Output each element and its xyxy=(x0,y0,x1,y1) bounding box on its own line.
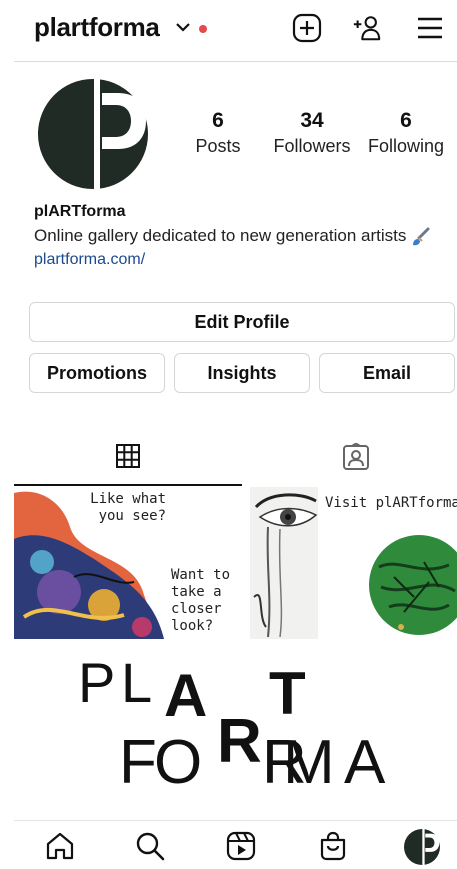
chevron-down-icon[interactable] xyxy=(176,22,190,32)
stat-label: Followers xyxy=(273,136,351,156)
plartforma-logo-post[interactable]: P L A R T F O R M A xyxy=(14,640,457,820)
bio-text: Online gallery dedicated to new generati… xyxy=(34,226,430,247)
post-caption-bottom: Want to take a closer look? xyxy=(171,567,231,634)
stat-value: 34 xyxy=(300,109,324,132)
logo-letter: T xyxy=(269,660,306,727)
logo-letter: O xyxy=(154,728,202,797)
top-bar: plartforma xyxy=(0,0,457,58)
post-tile-1[interactable]: Like what you see? Want to take a closer… xyxy=(14,487,249,639)
post-tile-2[interactable] xyxy=(250,487,318,639)
active-tab-indicator xyxy=(14,484,242,486)
add-user-icon[interactable] xyxy=(352,13,382,43)
stat-label: Posts xyxy=(195,136,241,156)
logo-letter: F xyxy=(119,728,157,797)
search-icon[interactable] xyxy=(135,831,165,861)
stat-value: 6 xyxy=(400,109,412,132)
logo-letter: A xyxy=(344,728,386,797)
post-caption: Visit plARTforma. xyxy=(325,495,457,511)
logo-letter: L xyxy=(121,651,152,714)
email-button[interactable]: Email xyxy=(319,353,455,393)
profile-avatar-icon[interactable] xyxy=(404,829,440,865)
website-link[interactable]: plartforma.com/ xyxy=(34,251,145,269)
post-caption-top: Like what you see? xyxy=(90,491,166,524)
posts-count[interactable]: 6 Posts xyxy=(187,108,249,158)
reels-icon[interactable] xyxy=(226,831,256,861)
nav-divider xyxy=(14,820,457,821)
post-tile-3[interactable]: Visit plARTforma. xyxy=(319,487,457,639)
edit-profile-button[interactable]: Edit Profile xyxy=(29,302,455,342)
paintbrush-icon xyxy=(413,227,430,245)
promotions-button[interactable]: Promotions xyxy=(29,353,165,393)
menu-icon[interactable] xyxy=(415,13,445,43)
insights-button[interactable]: Insights xyxy=(174,353,310,393)
logo-letter: M xyxy=(283,728,335,797)
header-divider xyxy=(14,61,457,62)
notification-dot xyxy=(199,25,207,33)
tagged-icon[interactable] xyxy=(342,443,370,471)
bio-line: Online gallery dedicated to new generati… xyxy=(34,226,407,245)
logo-letter: A xyxy=(164,662,207,729)
eye-sketch-artwork xyxy=(250,487,318,639)
profile-avatar[interactable] xyxy=(38,79,148,189)
stat-value: 6 xyxy=(212,109,224,132)
grid-icon[interactable] xyxy=(115,443,141,469)
shop-icon[interactable] xyxy=(318,831,348,861)
logo-letter: P xyxy=(78,651,115,714)
logo-letter: R xyxy=(217,707,262,776)
new-post-icon[interactable] xyxy=(292,13,322,43)
followers-count[interactable]: 34 Followers xyxy=(270,108,354,158)
display-name: plARTforma xyxy=(34,203,126,220)
home-icon[interactable] xyxy=(45,831,75,861)
following-count[interactable]: 6 Following xyxy=(364,108,448,158)
stat-label: Following xyxy=(367,136,445,156)
posts-grid: Like what you see? Want to take a closer… xyxy=(14,487,457,639)
account-username[interactable]: plartforma xyxy=(34,12,160,43)
